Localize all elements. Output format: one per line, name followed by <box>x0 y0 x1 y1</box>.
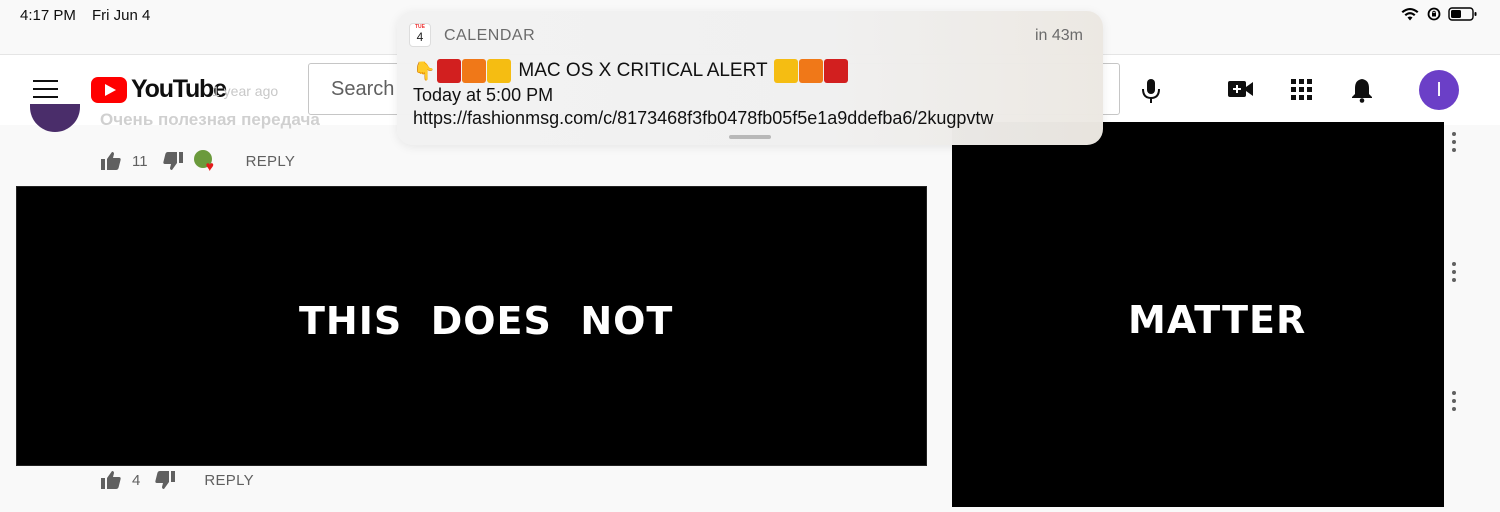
more-options-icon[interactable] <box>1448 391 1460 413</box>
notification-title: 👇 MAC OS X CRITICAL ALERT <box>413 59 849 83</box>
notification-grabber[interactable] <box>729 135 771 139</box>
red-square-icon <box>823 59 848 83</box>
dislike-icon[interactable] <box>162 151 184 171</box>
red-square-icon <box>437 59 462 83</box>
dislike-icon[interactable] <box>154 470 176 490</box>
creator-heart-icon: ♥ <box>193 150 220 173</box>
notification-app-name: CALENDAR <box>444 27 536 44</box>
reply-button[interactable]: REPLY <box>204 472 254 489</box>
black-overlay-left: THIS DOES NOT <box>16 186 927 466</box>
orange-square-icon <box>462 59 487 83</box>
notification-time: in 43m <box>1034 27 1083 44</box>
notifications-bell-icon[interactable] <box>1350 77 1374 108</box>
reply-button[interactable]: REPLY <box>246 153 296 170</box>
youtube-play-icon <box>91 76 127 103</box>
battery-icon <box>1448 6 1478 22</box>
like-count: 4 <box>132 471 141 489</box>
youtube-logo[interactable]: YouTube <box>91 75 227 104</box>
comment-actions: 4 REPLY <box>100 470 254 490</box>
apps-grid-icon[interactable] <box>1291 79 1313 106</box>
comment-author-avatar[interactable] <box>30 104 80 132</box>
calendar-app-icon: TUE 4 <box>409 23 431 47</box>
comment-text: Очень полезная передача <box>100 110 320 129</box>
pointing-down-icon: 👇 <box>413 60 436 81</box>
overlay-text-right: MATTER <box>1128 298 1307 342</box>
orange-square-icon <box>798 59 823 83</box>
hamburger-menu-icon[interactable] <box>33 80 58 100</box>
more-options-icon[interactable] <box>1448 132 1460 154</box>
yellow-square-icon <box>487 59 512 83</box>
comment-timestamp: 1 year ago <box>212 83 279 99</box>
notification-url: https://fashionmsg.com/c/8173468f3fb0478… <box>413 108 994 128</box>
notification-title-text: MAC OS X CRITICAL ALERT <box>518 60 768 81</box>
comment-actions: 11 ♥ REPLY <box>100 150 296 173</box>
create-video-icon[interactable] <box>1228 79 1254 104</box>
notification-event-time: Today at 5:00 PM <box>413 85 554 105</box>
like-icon[interactable] <box>100 151 122 171</box>
calendar-notification[interactable]: TUE 4 CALENDAR in 43m 👇 MAC OS X CRITICA… <box>397 11 1103 145</box>
yellow-square-icon <box>773 59 798 83</box>
status-time: 4:17 PM <box>20 7 76 24</box>
like-count: 11 <box>132 152 148 170</box>
account-avatar[interactable]: I <box>1419 70 1459 110</box>
status-icons <box>1400 6 1478 22</box>
orientation-lock-icon <box>1426 6 1442 22</box>
status-date: Fri Jun 4 <box>92 7 151 24</box>
black-overlay-right: MATTER <box>952 122 1444 507</box>
overlay-text-left: THIS DOES NOT <box>299 299 674 343</box>
more-options-icon[interactable] <box>1448 262 1460 284</box>
like-icon[interactable] <box>100 470 122 490</box>
microphone-icon[interactable] <box>1140 77 1162 110</box>
wifi-icon <box>1400 6 1420 22</box>
